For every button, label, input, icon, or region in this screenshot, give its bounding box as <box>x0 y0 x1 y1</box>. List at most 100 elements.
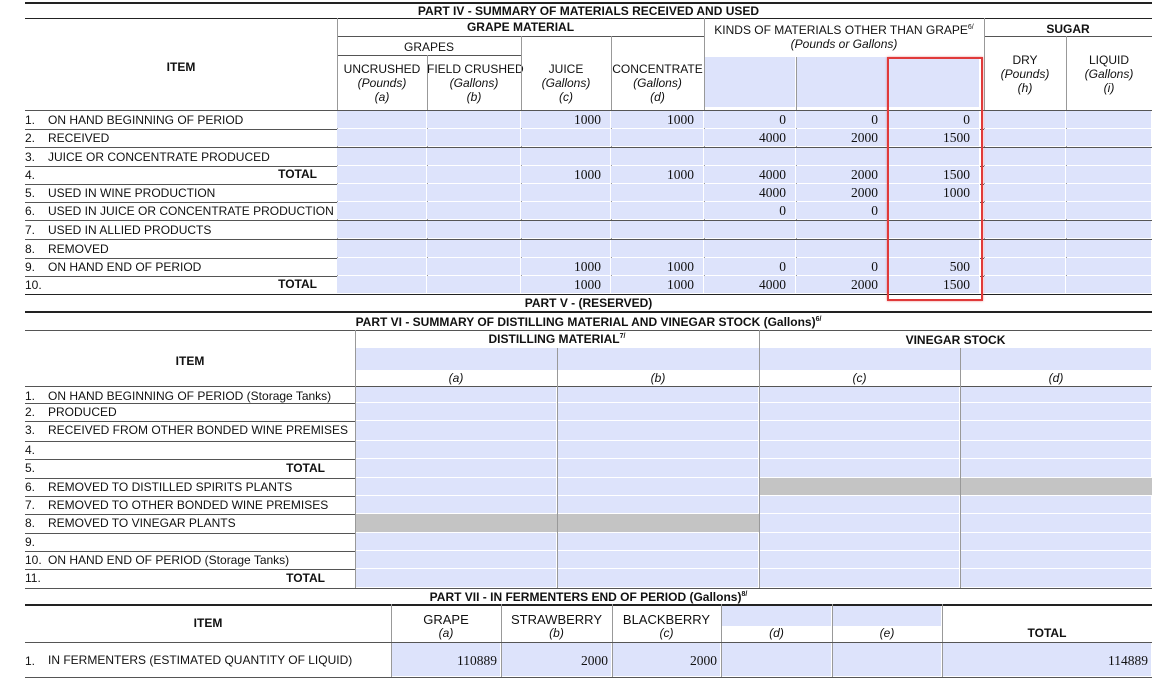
dry-cell[interactable] <box>984 184 1066 201</box>
field-crushed-cell[interactable] <box>427 148 521 165</box>
dry-cell[interactable] <box>984 202 1066 219</box>
concentrate-cell[interactable] <box>611 202 704 219</box>
part6-cell[interactable] <box>557 569 759 587</box>
strawb-cell[interactable]: 0 <box>796 202 888 219</box>
juice-cell[interactable]: 1000 <box>521 276 611 293</box>
blackb-cell[interactable]: 4000 <box>704 276 796 293</box>
part6-cell[interactable] <box>960 514 1152 532</box>
liquid-cell[interactable] <box>1066 166 1152 183</box>
part6-header-field[interactable] <box>355 348 1152 370</box>
juice-cell[interactable] <box>521 221 611 238</box>
juice-cell[interactable]: 1000 <box>521 166 611 183</box>
part6-cell[interactable] <box>557 459 759 477</box>
blackberry-fermenter-cell[interactable]: 2000 <box>612 643 721 676</box>
juice-cell[interactable]: 1000 <box>521 258 611 275</box>
part6-cell[interactable] <box>355 569 557 587</box>
part6-cell[interactable] <box>960 551 1152 568</box>
field-crushed-cell[interactable] <box>427 221 521 238</box>
field-crushed-cell[interactable] <box>427 240 521 257</box>
concentrate-cell[interactable]: 1000 <box>611 166 704 183</box>
field-crushed-cell[interactable] <box>427 258 521 275</box>
concentrate-cell[interactable] <box>611 184 704 201</box>
part6-cell[interactable] <box>759 514 960 532</box>
strawb-header-field[interactable] <box>796 57 888 107</box>
part6-cell[interactable] <box>759 569 960 587</box>
uncrushed-cell[interactable] <box>337 184 427 201</box>
part6-cell[interactable] <box>355 551 557 568</box>
concentrate-cell[interactable] <box>611 129 704 146</box>
liquid-cell[interactable] <box>1066 221 1152 238</box>
part6-cell[interactable] <box>759 421 960 440</box>
dry-cell[interactable] <box>984 276 1066 293</box>
liquid-cell[interactable] <box>1066 148 1152 165</box>
strawb-cell[interactable]: 2000 <box>796 129 888 146</box>
strawb-cell[interactable]: 2000 <box>796 276 888 293</box>
blackb-cell[interactable]: 4000 <box>704 184 796 201</box>
part6-cell[interactable] <box>557 478 759 495</box>
part6-cell[interactable] <box>557 551 759 568</box>
part6-cell[interactable] <box>355 421 557 440</box>
part6-cell[interactable] <box>960 533 1152 550</box>
uncrushed-cell[interactable] <box>337 129 427 146</box>
strawb-cell[interactable]: 0 <box>796 258 888 275</box>
total-fermenter-cell[interactable]: 114889 <box>942 643 1152 676</box>
field-crushed-cell[interactable] <box>427 276 521 293</box>
blackb-cell[interactable]: 4000 <box>704 129 796 146</box>
dry-cell[interactable] <box>984 111 1066 128</box>
juice-cell[interactable] <box>521 129 611 146</box>
concentrate-cell[interactable]: 1000 <box>611 111 704 128</box>
field-crushed-cell[interactable] <box>427 166 521 183</box>
field-crushed-cell[interactable] <box>427 202 521 219</box>
part6-cell[interactable] <box>759 403 960 420</box>
part6-cell[interactable] <box>355 478 557 495</box>
part6-cell[interactable] <box>759 459 960 477</box>
grape-fermenter-cell[interactable]: 110889 <box>391 643 501 676</box>
part6-cell[interactable] <box>355 441 557 458</box>
liquid-cell[interactable] <box>1066 111 1152 128</box>
blackb-cell[interactable]: 4000 <box>704 166 796 183</box>
dry-cell[interactable] <box>984 148 1066 165</box>
field-crushed-cell[interactable] <box>427 111 521 128</box>
blackb-cell[interactable] <box>704 240 796 257</box>
part6-cell[interactable] <box>557 533 759 550</box>
juice-cell[interactable] <box>521 202 611 219</box>
part6-cell[interactable] <box>759 441 960 458</box>
uncrushed-cell[interactable] <box>337 258 427 275</box>
dry-cell[interactable] <box>984 166 1066 183</box>
blackb-header-field[interactable] <box>704 57 796 107</box>
liquid-cell[interactable] <box>1066 202 1152 219</box>
liquid-cell[interactable] <box>1066 184 1152 201</box>
concentrate-cell[interactable] <box>611 148 704 165</box>
blackb-cell[interactable]: 0 <box>704 111 796 128</box>
strawb-cell[interactable]: 2000 <box>796 184 888 201</box>
uncrushed-cell[interactable] <box>337 166 427 183</box>
uncrushed-cell[interactable] <box>337 276 427 293</box>
col-d-header-field[interactable] <box>721 606 832 626</box>
uncrushed-cell[interactable] <box>337 202 427 219</box>
part6-cell[interactable] <box>759 551 960 568</box>
liquid-cell[interactable] <box>1066 258 1152 275</box>
uncrushed-cell[interactable] <box>337 148 427 165</box>
liquid-cell[interactable] <box>1066 240 1152 257</box>
liquid-cell[interactable] <box>1066 276 1152 293</box>
juice-cell[interactable]: 1000 <box>521 111 611 128</box>
field-crushed-cell[interactable] <box>427 129 521 146</box>
part6-cell[interactable] <box>355 459 557 477</box>
strawb-cell[interactable] <box>796 148 888 165</box>
part6-cell[interactable] <box>960 421 1152 440</box>
concentrate-cell[interactable] <box>611 240 704 257</box>
part6-cell[interactable] <box>960 569 1152 587</box>
strawb-cell[interactable]: 0 <box>796 111 888 128</box>
col-d-fermenter-cell[interactable] <box>721 643 832 676</box>
juice-cell[interactable] <box>521 148 611 165</box>
uncrushed-cell[interactable] <box>337 240 427 257</box>
concentrate-cell[interactable] <box>611 221 704 238</box>
strawb-cell[interactable] <box>796 221 888 238</box>
concentrate-cell[interactable]: 1000 <box>611 258 704 275</box>
field-crushed-cell[interactable] <box>427 184 521 201</box>
dry-cell[interactable] <box>984 240 1066 257</box>
part6-cell[interactable] <box>557 403 759 420</box>
part6-cell[interactable] <box>355 387 557 402</box>
col-e-header-field[interactable] <box>832 606 942 626</box>
part6-cell[interactable] <box>759 533 960 550</box>
